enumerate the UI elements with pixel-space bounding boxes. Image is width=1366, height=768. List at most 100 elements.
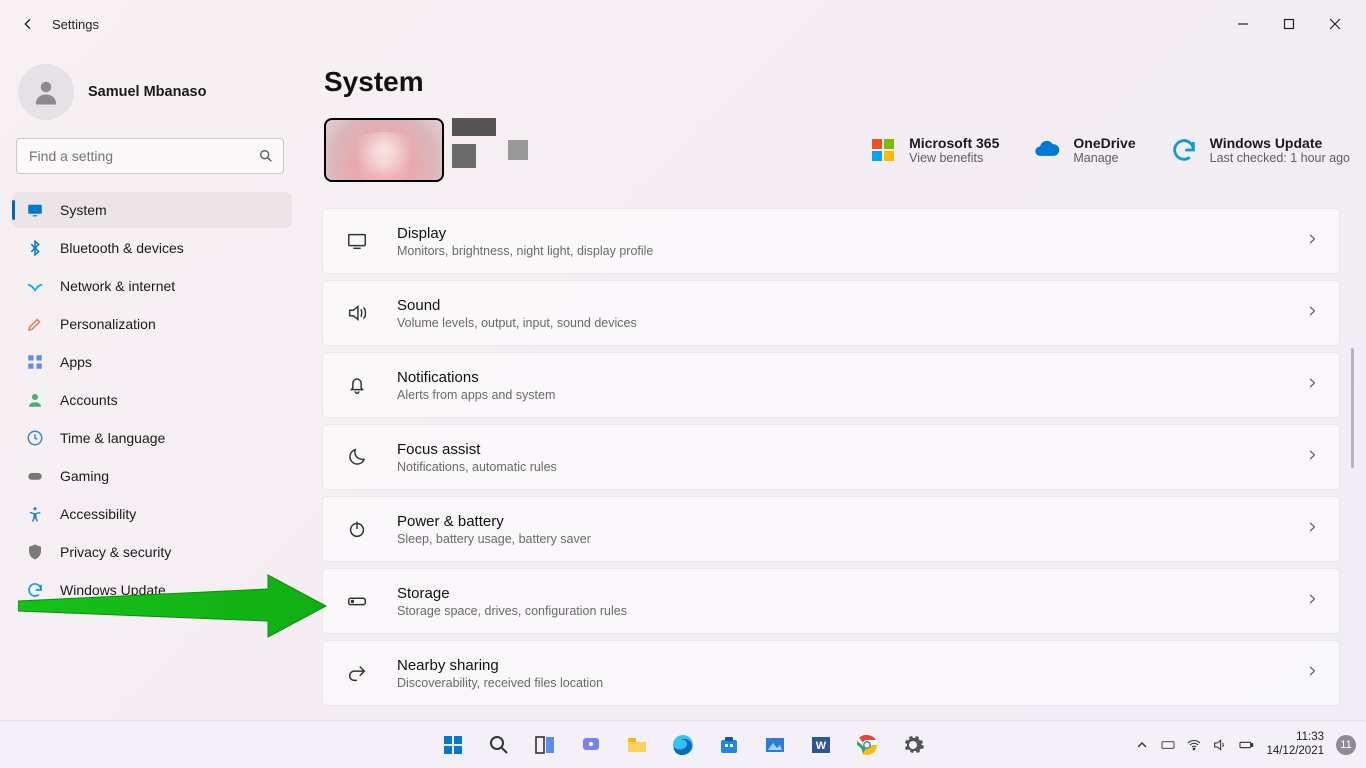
nav-accounts[interactable]: Accounts: [12, 382, 292, 418]
svg-text:W: W: [816, 740, 827, 752]
card-title: Storage: [397, 585, 627, 602]
nav-label: Personalization: [60, 316, 156, 332]
nav-apps[interactable]: Apps: [12, 344, 292, 380]
taskbar-store[interactable]: [709, 725, 749, 765]
start-button[interactable]: [433, 725, 473, 765]
taskbar-settings[interactable]: [893, 725, 933, 765]
desktop-preview[interactable]: [324, 118, 528, 182]
onedrive-card[interactable]: OneDrive Manage: [1033, 135, 1135, 165]
nav-personalization[interactable]: Personalization: [12, 306, 292, 342]
focus-assist-icon: [339, 439, 375, 475]
settings-storage[interactable]: Storage Storage space, drives, configura…: [322, 568, 1340, 634]
card-sub: Monitors, brightness, night light, displ…: [397, 244, 653, 258]
taskbar-photos[interactable]: [755, 725, 795, 765]
time-icon: [26, 429, 44, 447]
card-sub: Notifications, automatic rules: [397, 460, 557, 474]
search-input[interactable]: [16, 138, 284, 174]
page-title: System: [324, 66, 1350, 98]
apps-icon: [26, 353, 44, 371]
nav-privacy[interactable]: Privacy & security: [12, 534, 292, 570]
maximize-button[interactable]: [1266, 8, 1312, 40]
taskbar-edge[interactable]: [663, 725, 703, 765]
system-tray[interactable]: [1134, 737, 1254, 753]
taskbar-center: W: [433, 725, 933, 765]
desktop-thumbnail: [324, 118, 444, 182]
settings-sound[interactable]: Sound Volume levels, output, input, soun…: [322, 280, 1340, 346]
back-button[interactable]: [8, 4, 48, 44]
ms365-sub: View benefits: [909, 151, 999, 165]
chevron-right-icon: [1305, 664, 1319, 683]
settings-display[interactable]: Display Monitors, brightness, night ligh…: [322, 208, 1340, 274]
ms365-icon: [869, 136, 897, 164]
onedrive-icon: [1033, 136, 1061, 164]
nav-label: Network & internet: [60, 278, 175, 294]
nav-list: System Bluetooth & devices Network & int…: [12, 192, 292, 608]
taskbar-clock[interactable]: 11:33 14/12/2021: [1266, 731, 1324, 757]
preview-swatch: [508, 140, 528, 160]
clock-time: 11:33: [1266, 731, 1324, 744]
card-sub: Alerts from apps and system: [397, 388, 555, 402]
nav-system[interactable]: System: [12, 192, 292, 228]
nav-windows-update[interactable]: Windows Update: [12, 572, 292, 608]
settings-nearby-sharing[interactable]: Nearby sharing Discoverability, received…: [322, 640, 1340, 706]
main-area: System Microsoft 365 View benefits OneDr…: [320, 48, 1354, 720]
wu-title: Windows Update: [1210, 135, 1350, 151]
window-title: Settings: [52, 17, 99, 32]
settings-notifications[interactable]: Notifications Alerts from apps and syste…: [322, 352, 1340, 418]
bluetooth-icon: [26, 239, 44, 257]
settings-focus-assist[interactable]: Focus assist Notifications, automatic ru…: [322, 424, 1340, 490]
windows-update-icon: [26, 581, 44, 599]
notification-badge[interactable]: 11: [1336, 735, 1356, 755]
windows-update-card[interactable]: Windows Update Last checked: 1 hour ago: [1170, 135, 1350, 165]
notifications-icon: [339, 367, 375, 403]
wifi-icon[interactable]: [1186, 737, 1202, 753]
taskbar-taskview[interactable]: [525, 725, 565, 765]
nav-time[interactable]: Time & language: [12, 420, 292, 456]
scrollbar[interactable]: [1351, 348, 1354, 468]
close-button[interactable]: [1312, 8, 1358, 40]
accounts-icon: [26, 391, 44, 409]
battery-icon[interactable]: [1238, 737, 1254, 753]
chevron-right-icon: [1305, 520, 1319, 539]
nav-label: Time & language: [60, 430, 165, 446]
card-title: Power & battery: [397, 513, 591, 530]
system-icon: [26, 201, 44, 219]
chevron-right-icon: [1305, 376, 1319, 395]
nav-label: Windows Update: [60, 582, 166, 598]
onedrive-sub: Manage: [1073, 151, 1135, 165]
network-icon: [26, 277, 44, 295]
privacy-icon: [26, 543, 44, 561]
nav-accessibility[interactable]: Accessibility: [12, 496, 292, 532]
nav-network[interactable]: Network & internet: [12, 268, 292, 304]
search-box[interactable]: [16, 138, 284, 174]
card-title: Sound: [397, 297, 637, 314]
taskbar-chat[interactable]: [571, 725, 611, 765]
display-icon: [339, 223, 375, 259]
sound-icon: [339, 295, 375, 331]
personalization-icon: [26, 315, 44, 333]
minimize-button[interactable]: [1220, 8, 1266, 40]
volume-icon[interactable]: [1212, 737, 1228, 753]
nav-label: System: [60, 202, 107, 218]
taskbar-search[interactable]: [479, 725, 519, 765]
taskbar-explorer[interactable]: [617, 725, 657, 765]
header-cards: Microsoft 365 View benefits OneDrive Man…: [320, 118, 1354, 208]
preview-swatches: [452, 118, 496, 168]
settings-power[interactable]: Power & battery Sleep, battery usage, ba…: [322, 496, 1340, 562]
ms365-card[interactable]: Microsoft 365 View benefits: [869, 135, 999, 165]
nav-gaming[interactable]: Gaming: [12, 458, 292, 494]
nav-label: Accounts: [60, 392, 118, 408]
card-title: Nearby sharing: [397, 657, 603, 674]
card-sub: Storage space, drives, configuration rul…: [397, 604, 627, 618]
chevron-up-icon[interactable]: [1134, 737, 1150, 753]
ms365-title: Microsoft 365: [909, 135, 999, 151]
user-block[interactable]: Samuel Mbanaso: [12, 56, 292, 138]
window-controls: [1220, 8, 1358, 40]
nearby-sharing-icon: [339, 655, 375, 691]
keyboard-icon[interactable]: [1160, 737, 1176, 753]
nav-label: Privacy & security: [60, 544, 171, 560]
nav-label: Accessibility: [60, 506, 136, 522]
taskbar-word[interactable]: W: [801, 725, 841, 765]
nav-bluetooth[interactable]: Bluetooth & devices: [12, 230, 292, 266]
taskbar-chrome[interactable]: [847, 725, 887, 765]
